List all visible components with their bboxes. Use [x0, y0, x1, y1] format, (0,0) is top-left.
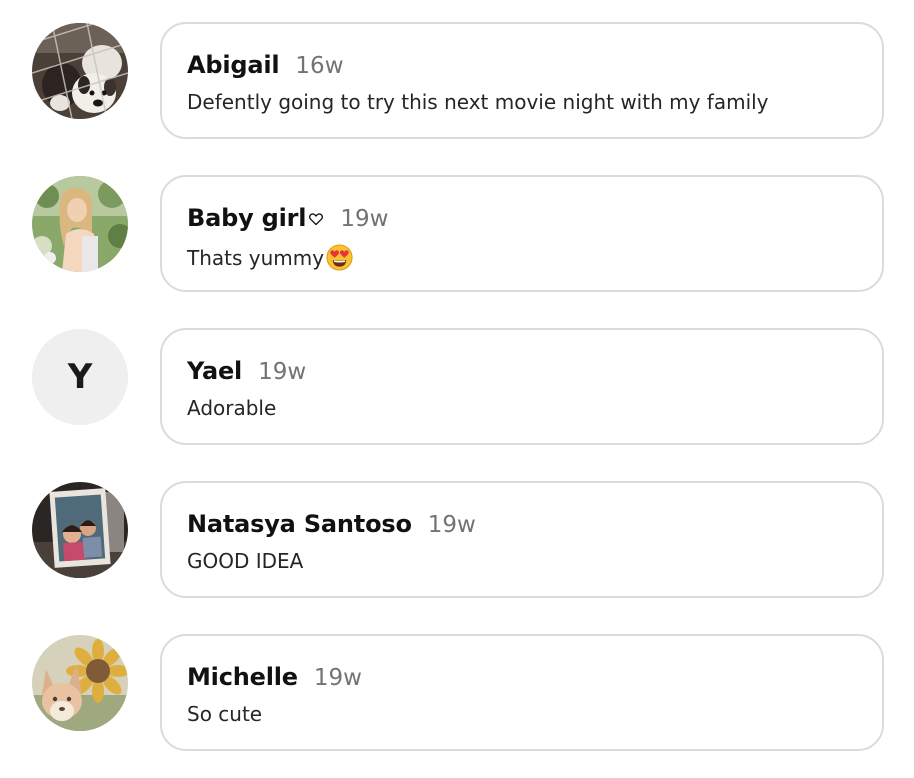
comment-bubble: Michelle 19w So cute — [160, 634, 884, 751]
comment-text-content: Defently going to try this next movie ni… — [187, 90, 769, 114]
comment-meta: Baby girl 19w — [187, 204, 388, 232]
comment-meta: Michelle 19w — [187, 663, 362, 691]
comment-text-content: GOOD IDEA — [187, 549, 304, 573]
fox-sunflower-avatar — [32, 635, 128, 731]
comment-timestamp: 19w — [258, 359, 307, 385]
comment-bubble: Natasya Santoso 19w GOOD IDEA — [160, 481, 884, 598]
dog-photo-avatar — [32, 23, 128, 119]
comment-timestamp: 19w — [340, 206, 389, 232]
comment-meta: Natasya Santoso 19w — [187, 510, 476, 538]
avatar-initial[interactable]: Y — [32, 329, 128, 425]
family-photo-avatar — [32, 482, 128, 578]
comment-text-content: Thats yummy — [187, 245, 325, 270]
comment-list: Abigail 16w Defently going to try this n… — [0, 0, 914, 778]
avatar[interactable] — [32, 635, 128, 731]
comment-item: Y Yael 19w Adorable — [0, 328, 914, 449]
comment-author[interactable]: Natasya Santoso — [187, 510, 412, 538]
comment-text-content: Adorable — [187, 396, 277, 420]
comment-text-content: So cute — [187, 702, 263, 726]
comment-text: Thats yummy — [187, 243, 354, 272]
comment-timestamp: 19w — [427, 512, 476, 538]
comment-author[interactable]: Baby girl — [187, 204, 307, 232]
comment-item: Baby girl 19w Thats yummy — [0, 175, 914, 296]
comment-timestamp: 16w — [295, 53, 344, 79]
comment-bubble: Abigail 16w Defently going to try this n… — [160, 22, 884, 139]
comment-text: Adorable — [187, 396, 276, 420]
heart-eyes-emoji-icon — [325, 243, 354, 272]
comment-bubble: Baby girl 19w Thats yummy — [160, 175, 884, 292]
heart-outline-icon — [308, 211, 324, 227]
comment-meta: Abigail 16w — [187, 51, 344, 79]
comment-author[interactable]: Michelle — [187, 663, 298, 691]
comment-text: So cute — [187, 702, 262, 726]
comment-item: Michelle 19w So cute — [0, 634, 914, 755]
avatar[interactable] — [32, 23, 128, 119]
comment-item: Abigail 16w Defently going to try this n… — [0, 22, 914, 143]
portrait-photo-avatar — [32, 176, 128, 272]
comment-item: Natasya Santoso 19w GOOD IDEA — [0, 481, 914, 602]
avatar[interactable] — [32, 176, 128, 272]
comment-meta: Yael 19w — [187, 357, 306, 385]
comment-text: Defently going to try this next movie ni… — [187, 90, 769, 114]
comment-author[interactable]: Abigail — [187, 51, 280, 79]
comment-bubble: Yael 19w Adorable — [160, 328, 884, 445]
comment-author[interactable]: Yael — [187, 357, 242, 385]
comment-text: GOOD IDEA — [187, 549, 303, 573]
avatar[interactable] — [32, 482, 128, 578]
comment-timestamp: 19w — [313, 665, 362, 691]
